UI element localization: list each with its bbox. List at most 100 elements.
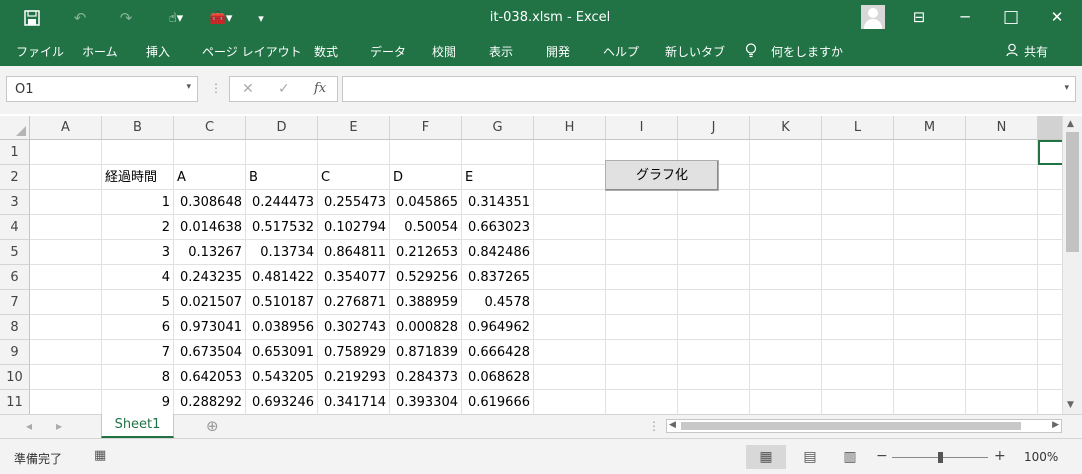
zoom-slider-knob[interactable] — [938, 452, 943, 463]
cell[interactable] — [822, 190, 894, 215]
scroll-up-icon[interactable]: ▲ — [1067, 119, 1074, 129]
cell-value[interactable]: 6 — [102, 315, 174, 340]
cell[interactable] — [750, 365, 822, 390]
column-header-n[interactable]: N — [966, 116, 1038, 140]
cell-value[interactable]: 0.219293 — [318, 365, 390, 390]
cell[interactable] — [606, 265, 678, 290]
cell-value[interactable]: 0.284373 — [390, 365, 462, 390]
enter-icon[interactable]: ✓ — [278, 81, 290, 97]
cell-value[interactable]: 0.021507 — [174, 290, 246, 315]
cell[interactable] — [678, 390, 750, 414]
column-header-c[interactable]: C — [174, 116, 246, 140]
cell[interactable] — [894, 340, 966, 365]
column-header-m[interactable]: M — [894, 116, 966, 140]
column-header-j[interactable]: J — [678, 116, 750, 140]
cell-value[interactable]: 0.837265 — [462, 265, 534, 290]
cell-header[interactable]: A — [174, 165, 246, 190]
tab-file[interactable]: ファイル — [16, 43, 64, 60]
active-cell-o1[interactable] — [1038, 140, 1062, 165]
cell[interactable] — [534, 165, 606, 190]
cell[interactable] — [678, 315, 750, 340]
cell[interactable] — [1038, 290, 1062, 315]
cell[interactable] — [750, 390, 822, 414]
touch-mode-icon[interactable]: ☝▾ — [158, 8, 194, 28]
cell[interactable] — [390, 140, 462, 165]
cell-value[interactable]: 1 — [102, 190, 174, 215]
column-header-o[interactable] — [1038, 116, 1062, 140]
share-button[interactable]: 共有 — [1024, 43, 1048, 60]
cell[interactable] — [30, 165, 102, 190]
insert-function-icon[interactable]: fx — [314, 81, 326, 96]
cell-value[interactable]: 0.255473 — [318, 190, 390, 215]
cell[interactable] — [822, 390, 894, 414]
cell-value[interactable]: 0.102794 — [318, 215, 390, 240]
cell-value[interactable]: 7 — [102, 340, 174, 365]
cell-value[interactable]: 0.354077 — [318, 265, 390, 290]
cell-value[interactable]: 0.308648 — [174, 190, 246, 215]
graph-button[interactable]: グラフ化 — [605, 160, 719, 191]
cell[interactable] — [894, 140, 966, 165]
cell-value[interactable]: 0.964962 — [462, 315, 534, 340]
save-icon[interactable] — [18, 8, 46, 28]
cell-value[interactable]: 0.663023 — [462, 215, 534, 240]
cell[interactable] — [1038, 315, 1062, 340]
row-header-7[interactable]: 7 — [0, 290, 30, 315]
cell-header[interactable]: B — [246, 165, 318, 190]
cell[interactable] — [606, 215, 678, 240]
cell[interactable] — [678, 190, 750, 215]
cell[interactable] — [966, 140, 1038, 165]
column-header-h[interactable]: H — [534, 116, 606, 140]
cell[interactable] — [534, 240, 606, 265]
cell[interactable] — [822, 340, 894, 365]
split-handle-icon[interactable]: ⋮ — [648, 419, 660, 433]
cell[interactable] — [894, 390, 966, 414]
expand-formula-icon[interactable]: ▾ — [1064, 83, 1069, 93]
cell-value[interactable]: 0.653091 — [246, 340, 318, 365]
cell[interactable] — [822, 365, 894, 390]
tab-developer[interactable]: 開発 — [546, 43, 570, 60]
cell[interactable] — [750, 140, 822, 165]
cell[interactable] — [606, 365, 678, 390]
cell[interactable] — [966, 190, 1038, 215]
cell[interactable] — [822, 140, 894, 165]
cell-value[interactable]: 0.341714 — [318, 390, 390, 414]
cell[interactable] — [30, 265, 102, 290]
cell[interactable] — [174, 140, 246, 165]
cell[interactable] — [894, 165, 966, 190]
cell-value[interactable]: 8 — [102, 365, 174, 390]
cell-value[interactable]: 0.068628 — [462, 365, 534, 390]
cell[interactable] — [606, 340, 678, 365]
cell-value[interactable]: 0.014638 — [174, 215, 246, 240]
cell-value[interactable]: 0.4578 — [462, 290, 534, 315]
zoom-out-button[interactable]: − — [876, 448, 888, 464]
column-header-d[interactable]: D — [246, 116, 318, 140]
add-sheet-icon[interactable]: ⊕ — [206, 417, 219, 435]
select-all-corner[interactable] — [0, 116, 30, 140]
column-header-f[interactable]: F — [390, 116, 462, 140]
cell-value[interactable]: 0.302743 — [318, 315, 390, 340]
undo-icon[interactable]: ↶ — [66, 8, 94, 28]
page-break-view-button[interactable]: ▥ — [830, 445, 870, 469]
tab-formulas[interactable]: 数式 — [314, 43, 338, 60]
cell-value[interactable]: 3 — [102, 240, 174, 265]
vertical-scrollbar[interactable]: ▲ ▼ — [1062, 116, 1082, 414]
prev-sheet-icon[interactable]: ◂ — [26, 419, 32, 433]
cell[interactable] — [966, 290, 1038, 315]
avatar[interactable] — [861, 5, 885, 29]
cell-value[interactable]: 0.529256 — [390, 265, 462, 290]
minimize-button[interactable]: ─ — [942, 0, 988, 34]
cell-value[interactable]: 0.619666 — [462, 390, 534, 414]
scroll-down-icon[interactable]: ▼ — [1067, 400, 1074, 410]
cell[interactable] — [966, 365, 1038, 390]
row-header-3[interactable]: 3 — [0, 190, 30, 215]
cell-value[interactable]: 5 — [102, 290, 174, 315]
cell-value[interactable]: 0.388959 — [390, 290, 462, 315]
worksheet-grid[interactable]: A B C D E F G H I J K L M N 1 2 経過時間 A B C D E 3 1 0.308648 0.244… — [0, 116, 1062, 414]
cell[interactable] — [750, 265, 822, 290]
cell-value[interactable]: 0.393304 — [390, 390, 462, 414]
cell[interactable] — [966, 315, 1038, 340]
tell-me-search[interactable]: 何をしますか — [771, 43, 843, 60]
cell-value[interactable]: 0.871839 — [390, 340, 462, 365]
macro-record-icon[interactable]: ▦ — [94, 448, 106, 463]
cell-value[interactable]: 4 — [102, 265, 174, 290]
